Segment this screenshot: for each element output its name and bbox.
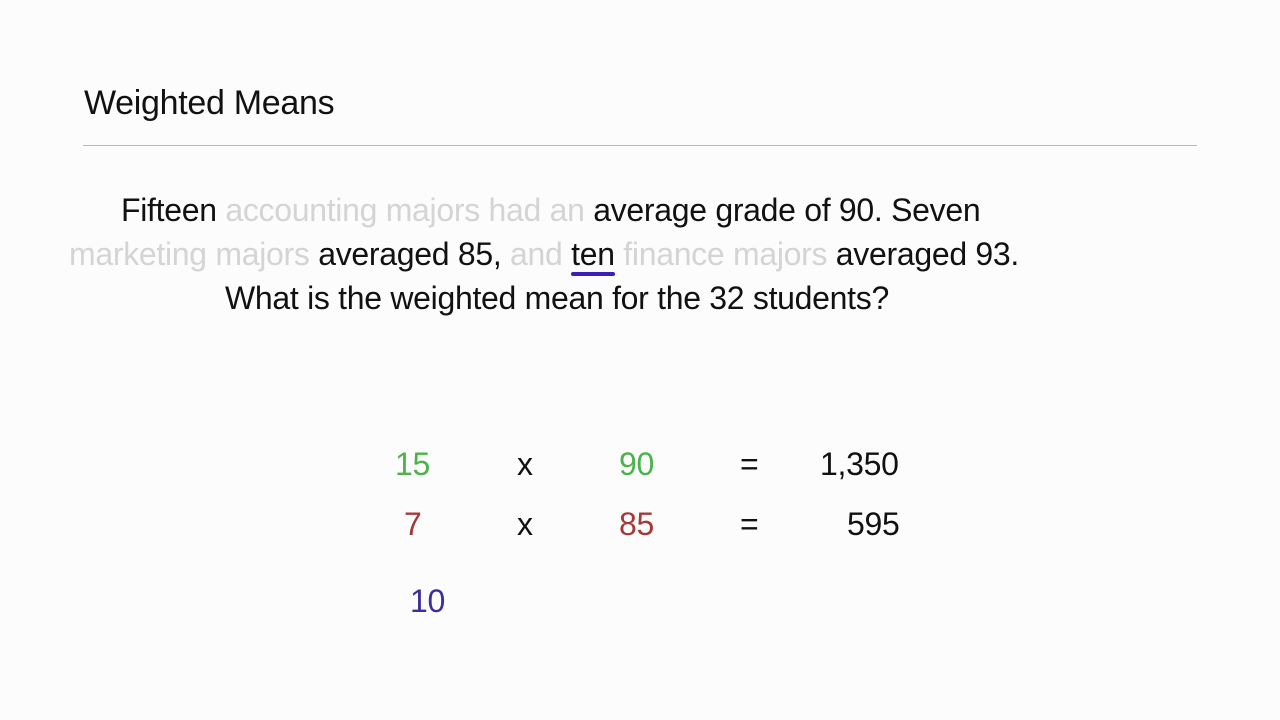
grade-cell: 85: [619, 506, 654, 542]
text-segment: marketing majors: [69, 236, 319, 272]
grade-cell: 90: [619, 446, 654, 482]
count-cell: 15: [395, 446, 430, 482]
problem-line-1: Fifteen accounting majors had an average…: [121, 188, 981, 232]
text-segment: Fifteen: [121, 192, 226, 228]
slide-title: Weighted Means: [84, 84, 335, 122]
product-cell: 595: [847, 506, 900, 542]
text-segment: finance majors: [614, 236, 836, 272]
equals-sign: =: [740, 446, 759, 482]
text-segment: average grade of 90. Seven: [593, 192, 981, 228]
text-segment: averaged 93.: [835, 236, 1020, 272]
times-sign: x: [517, 506, 533, 542]
title-divider: [83, 145, 1197, 146]
text-segment: ten: [571, 236, 615, 272]
highlighted-word-ten: ten: [571, 232, 615, 276]
count-cell: 10: [410, 583, 445, 619]
times-sign: x: [517, 446, 533, 482]
problem-question: What is the weighted mean for the 32 stu…: [225, 280, 889, 316]
text-segment: and: [510, 236, 572, 272]
problem-line-2: marketing majors averaged 85, and ten fi…: [69, 232, 1019, 276]
product-cell: 1,350: [820, 446, 899, 482]
text-segment: accounting majors had an: [225, 192, 594, 228]
equals-sign: =: [740, 506, 759, 542]
text-segment: averaged 85,: [318, 236, 511, 272]
count-cell: 7: [404, 506, 422, 542]
